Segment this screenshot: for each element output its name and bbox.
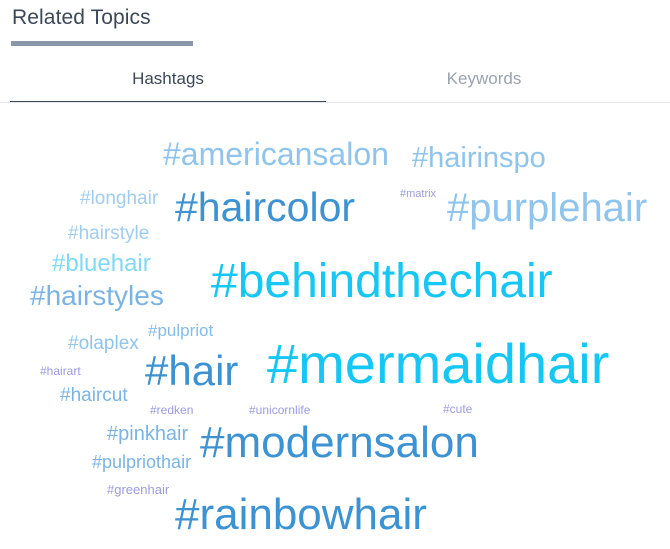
cloud-word[interactable]: #cute: [443, 403, 472, 415]
tab-hashtags[interactable]: Hashtags: [10, 55, 326, 103]
tab-bar-divider: [0, 102, 670, 103]
panel-header: Related Topics: [0, 0, 670, 55]
title-underline-bar: [11, 41, 193, 46]
cloud-word[interactable]: #hairinspo: [412, 144, 546, 173]
cloud-word[interactable]: #greenhair: [107, 483, 169, 496]
cloud-word[interactable]: #purplehair: [447, 188, 647, 228]
cloud-word[interactable]: #haircut: [60, 386, 128, 405]
cloud-word[interactable]: #unicornlife: [249, 404, 310, 416]
cloud-word[interactable]: #hair: [145, 350, 238, 392]
cloud-word[interactable]: #olaplex: [68, 334, 139, 353]
tab-bar: Hashtags Keywords: [0, 55, 670, 103]
word-cloud: #americansalon #hairinspo #longhair #hairco…: [0, 104, 670, 549]
cloud-word[interactable]: #pulpriot: [148, 322, 213, 339]
cloud-word[interactable]: #matrix: [400, 189, 436, 200]
cloud-word[interactable]: #hairart: [40, 365, 81, 377]
page-title: Related Topics: [12, 6, 151, 29]
related-topics-panel: Related Topics Hashtags Keywords #americ…: [0, 0, 670, 549]
cloud-word[interactable]: #haircolor: [175, 187, 355, 228]
cloud-word[interactable]: #rainbowhair: [175, 493, 427, 537]
cloud-word[interactable]: #americansalon: [163, 138, 389, 170]
cloud-word[interactable]: #pulpriothair: [92, 453, 191, 471]
cloud-word[interactable]: #hairstyles: [30, 282, 164, 310]
cloud-word[interactable]: #modernsalon: [200, 421, 479, 465]
tab-keywords[interactable]: Keywords: [326, 55, 642, 103]
cloud-word[interactable]: #hairstyle: [68, 224, 149, 243]
cloud-word[interactable]: #pinkhair: [107, 424, 188, 444]
cloud-word[interactable]: #redken: [150, 404, 193, 416]
cloud-word[interactable]: #behindthechair: [211, 258, 553, 306]
cloud-word[interactable]: #mermaidhair: [267, 336, 609, 392]
cloud-word[interactable]: #longhair: [80, 189, 158, 208]
cloud-word[interactable]: #bluehair: [52, 252, 151, 276]
